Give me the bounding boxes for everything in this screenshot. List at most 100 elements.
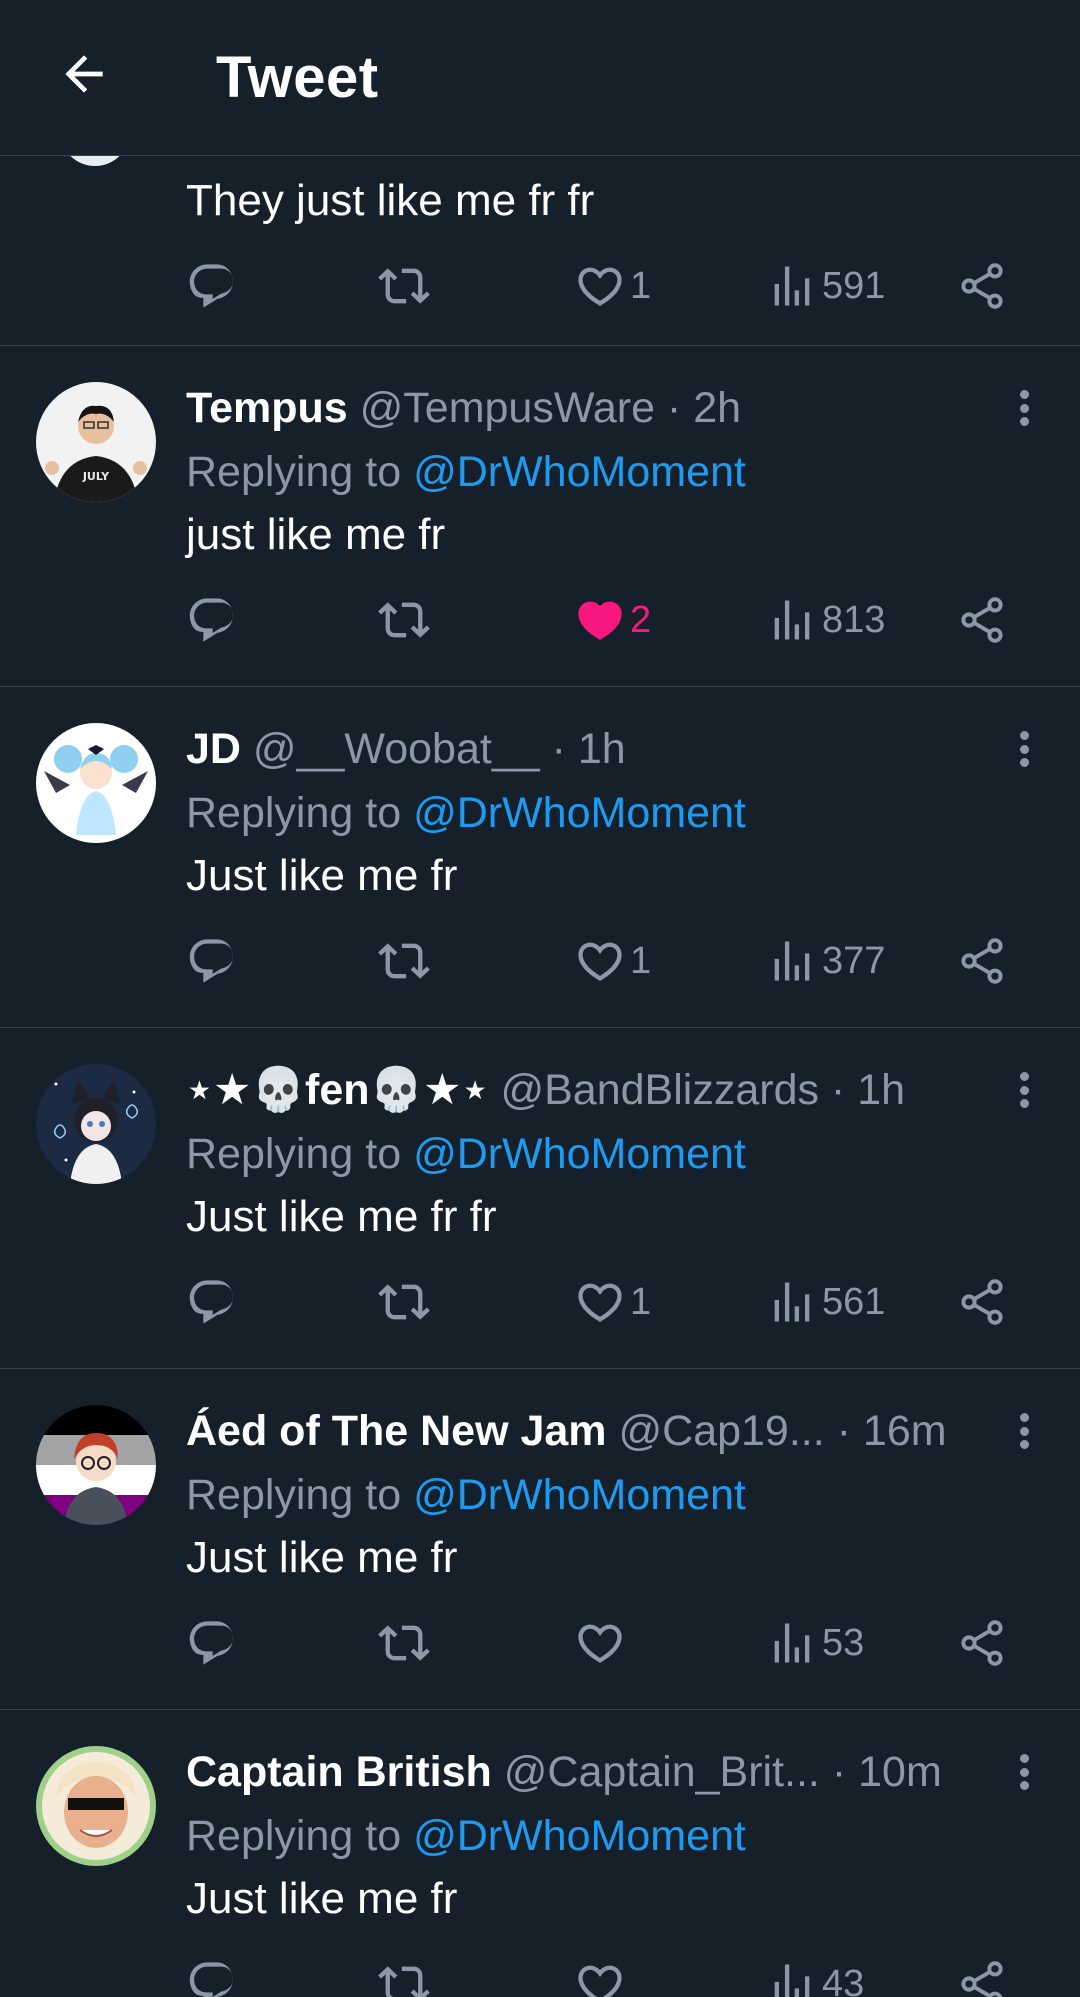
share-button[interactable] (956, 1613, 1008, 1673)
user-handle[interactable]: @__Woobat__ (253, 725, 540, 773)
replying-to: Replying to @DrWhoMoment (186, 444, 746, 500)
timestamp[interactable]: 1h (857, 1066, 905, 1114)
timestamp[interactable]: 16m (863, 1407, 947, 1455)
retweet-button[interactable] (378, 590, 430, 650)
timestamp[interactable]: 10m (858, 1748, 942, 1796)
like-button[interactable] (574, 1954, 630, 1997)
like-button[interactable]: 2 (574, 590, 651, 650)
timestamp[interactable]: 1h (578, 725, 626, 773)
more-options-button[interactable] (1012, 725, 1036, 773)
reply-tweet[interactable]: ⋆★💀fen💀★⋆ @BandBlizzards · 1h Replying t… (0, 1028, 1080, 1369)
tweet-header: ⋆★💀fen💀★⋆ @BandBlizzards · 1h (186, 1062, 1000, 1118)
mention-link[interactable]: @DrWhoMoment (413, 448, 746, 496)
mention-link[interactable]: @DrWhoMoment (413, 789, 746, 837)
avatar[interactable] (36, 1064, 156, 1184)
heart-icon (578, 267, 622, 306)
avatar-image (36, 723, 156, 843)
display-name[interactable]: Captain British (186, 1748, 492, 1796)
tweet-text: Just like me fr (186, 851, 458, 900)
replying-to-label: Replying to (186, 1130, 414, 1178)
mention-link[interactable]: @DrWhoMoment (413, 1812, 746, 1860)
share-icon (961, 1620, 1003, 1666)
reply-feed: They just like me fr fr 1 591 JULY Tempu… (0, 96, 1080, 1997)
reply-icon (189, 1962, 234, 1997)
reply-tweet[interactable]: Captain British @Captain_Brit... · 10m R… (0, 1710, 1080, 1997)
reply-button[interactable] (186, 1613, 238, 1673)
back-button[interactable] (48, 38, 120, 110)
share-icon (961, 1279, 1003, 1325)
views-button[interactable]: 53 (766, 1613, 864, 1673)
reply-icon (189, 1280, 234, 1324)
tweet-text: Just like me fr (186, 1533, 458, 1582)
replying-to-label: Replying to (186, 789, 414, 837)
heart-icon (578, 1624, 622, 1663)
like-button[interactable]: 1 (574, 931, 651, 991)
views-count: 53 (822, 1621, 865, 1664)
replying-to-label: Replying to (186, 1812, 414, 1860)
display-name[interactable]: ⋆★💀fen💀★⋆ (186, 1066, 489, 1114)
retweet-icon (378, 1284, 430, 1320)
reply-button[interactable] (186, 590, 238, 650)
tweet-actions: 2 813 (186, 590, 1016, 650)
display-name[interactable]: JD (186, 725, 241, 773)
avatar[interactable] (36, 1746, 156, 1866)
avatar[interactable] (36, 1405, 156, 1525)
like-button[interactable]: 1 (574, 1272, 651, 1332)
more-options-button[interactable] (1012, 1407, 1036, 1455)
views-button[interactable]: 561 (766, 1272, 885, 1332)
reply-tweet[interactable]: Áed of The New Jam @Cap19... · 16m Reply… (0, 1369, 1080, 1710)
tweet-text: Just like me fr fr (186, 1192, 497, 1241)
display-name[interactable]: Áed of The New Jam (186, 1407, 607, 1455)
tweet-actions: 1 377 (186, 931, 1016, 991)
tweet-actions: 1 591 (186, 256, 1016, 316)
tweet-partial[interactable]: They just like me fr fr 1 591 (0, 96, 1080, 346)
heart-icon (578, 942, 622, 981)
share-button[interactable] (956, 590, 1008, 650)
views-button[interactable]: 813 (766, 590, 885, 650)
like-button[interactable]: 1 (574, 256, 651, 316)
more-options-button[interactable] (1012, 384, 1036, 432)
avatar-image (36, 1746, 156, 1866)
timestamp[interactable]: 2h (693, 384, 741, 432)
reply-button[interactable] (186, 931, 238, 991)
views-button[interactable]: 43 (766, 1954, 864, 1997)
like-count: 1 (630, 939, 652, 982)
share-icon (961, 263, 1003, 309)
mention-link[interactable]: @DrWhoMoment (413, 1130, 746, 1178)
retweet-button[interactable] (378, 931, 430, 991)
user-handle[interactable]: @Captain_Brit... (504, 1748, 820, 1796)
like-count: 1 (630, 1280, 652, 1323)
tweet-actions: 43 (186, 1954, 1016, 1997)
user-handle[interactable]: @BandBlizzards (500, 1066, 819, 1114)
like-button[interactable] (574, 1613, 630, 1673)
heart-icon (578, 1283, 622, 1322)
reply-tweet[interactable]: JULY Tempus @TempusWare · 2h Replying to… (0, 346, 1080, 687)
avatar[interactable]: JULY (36, 382, 156, 502)
views-button[interactable]: 377 (766, 931, 885, 991)
views-count: 591 (822, 264, 886, 307)
reply-button[interactable] (186, 1954, 238, 1997)
tweet-header: JD @__Woobat__ · 1h (186, 721, 1000, 777)
avatar[interactable] (36, 723, 156, 843)
analytics-icon (774, 1282, 810, 1322)
retweet-button[interactable] (378, 256, 430, 316)
reply-button[interactable] (186, 256, 238, 316)
more-options-button[interactable] (1012, 1066, 1036, 1114)
retweet-button[interactable] (378, 1954, 430, 1997)
share-button[interactable] (956, 931, 1008, 991)
reply-tweet[interactable]: JD @__Woobat__ · 1h Replying to @DrWhoMo… (0, 687, 1080, 1028)
reply-icon (189, 598, 234, 642)
share-button[interactable] (956, 256, 1008, 316)
mention-link[interactable]: @DrWhoMoment (413, 1471, 746, 1519)
share-button[interactable] (956, 1954, 1008, 1997)
user-handle[interactable]: @TempusWare (360, 384, 655, 432)
reply-button[interactable] (186, 1272, 238, 1332)
share-button[interactable] (956, 1272, 1008, 1332)
display-name[interactable]: Tempus (186, 384, 348, 432)
user-handle[interactable]: @Cap19... (618, 1407, 824, 1455)
retweet-button[interactable] (378, 1613, 430, 1673)
retweet-button[interactable] (378, 1272, 430, 1332)
views-button[interactable]: 591 (766, 256, 885, 316)
more-options-button[interactable] (1012, 1748, 1036, 1796)
replying-to-label: Replying to (186, 1471, 414, 1519)
